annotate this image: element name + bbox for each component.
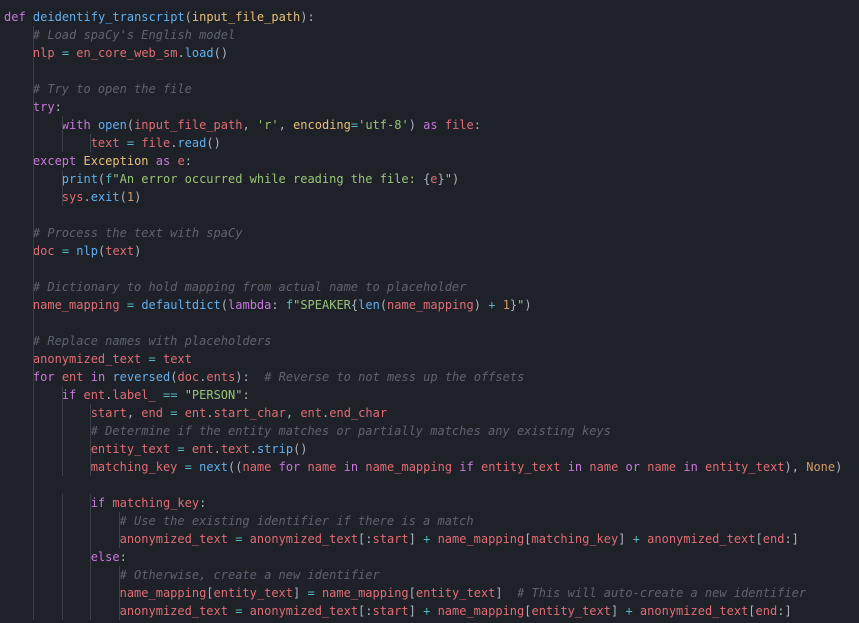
- code-line[interactable]: doc = nlp(text): [4, 242, 842, 260]
- code-line[interactable]: with open(input_file_path, 'r', encoding…: [4, 116, 842, 134]
- code-line[interactable]: [4, 314, 842, 332]
- code-line[interactable]: for ent in reversed(doc.ents): # Reverse…: [4, 368, 842, 386]
- code-editor[interactable]: def deidentify_transcript(input_file_pat…: [0, 0, 859, 623]
- code-line[interactable]: # Use the existing identifier if there i…: [4, 512, 842, 530]
- code-line[interactable]: def deidentify_transcript(input_file_pat…: [4, 8, 842, 26]
- code-line[interactable]: try:: [4, 98, 842, 116]
- code-line[interactable]: matching_key = next((name for name in na…: [4, 458, 842, 476]
- code-line[interactable]: anonymized_text = anonymized_text[:start…: [4, 602, 842, 620]
- code-line[interactable]: # Process the text with spaCy: [4, 224, 842, 242]
- code-line[interactable]: [4, 206, 842, 224]
- code-line[interactable]: text = file.read(): [4, 134, 842, 152]
- code-line[interactable]: name_mapping[entity_text] = name_mapping…: [4, 584, 842, 602]
- code-line[interactable]: [4, 62, 842, 80]
- code-line[interactable]: nlp = en_core_web_sm.load(): [4, 44, 842, 62]
- code-line[interactable]: # Determine if the entity matches or par…: [4, 422, 842, 440]
- code-line[interactable]: [4, 260, 842, 278]
- code-line[interactable]: anonymized_text = text: [4, 350, 842, 368]
- code-line[interactable]: # Try to open the file: [4, 80, 842, 98]
- code-line[interactable]: if ent.label_ == "PERSON":: [4, 386, 842, 404]
- code-line[interactable]: start, end = ent.start_char, ent.end_cha…: [4, 404, 842, 422]
- code-area[interactable]: def deidentify_transcript(input_file_pat…: [0, 0, 842, 623]
- code-line[interactable]: name_mapping = defaultdict(lambda: f"SPE…: [4, 296, 842, 314]
- code-line[interactable]: # Load spaCy's English model: [4, 26, 842, 44]
- code-line[interactable]: entity_text = ent.text.strip(): [4, 440, 842, 458]
- code-line[interactable]: sys.exit(1): [4, 188, 842, 206]
- code-line[interactable]: anonymized_text = anonymized_text[:start…: [4, 530, 842, 548]
- code-line[interactable]: except Exception as e:: [4, 152, 842, 170]
- code-line[interactable]: print(f"An error occurred while reading …: [4, 170, 842, 188]
- code-line[interactable]: [4, 476, 842, 494]
- code-line[interactable]: # Dictionary to hold mapping from actual…: [4, 278, 842, 296]
- code-line[interactable]: # Replace names with placeholders: [4, 332, 842, 350]
- code-line[interactable]: if matching_key:: [4, 494, 842, 512]
- code-line[interactable]: # Otherwise, create a new identifier: [4, 566, 842, 584]
- code-line[interactable]: else:: [4, 548, 842, 566]
